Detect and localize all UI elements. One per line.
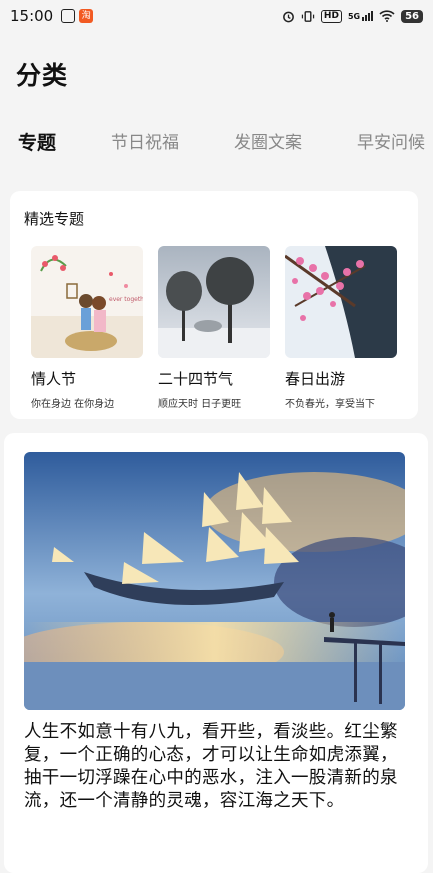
topic-item-solar-terms[interactable]: 二十四节气 顺应天时 日子更旺	[158, 246, 270, 410]
featured-heading: 精选专题	[24, 210, 85, 228]
quote-card[interactable]: 人生不如意十有八九，看开些，看淡些。红尘繁复，一个正确的心态，才可以让生命如虎添…	[4, 433, 428, 873]
topic-item-spring-outing[interactable]: 春日出游 不负春光，享受当下	[285, 246, 397, 410]
taobao-app-icon: 淘	[79, 9, 94, 23]
battery-indicator: 56	[401, 9, 423, 23]
alarm-icon	[283, 11, 294, 22]
topic-subtitle: 不负春光，享受当下	[285, 399, 375, 410]
svg-text:ever together: ever together	[109, 296, 143, 303]
solar-terms-thumbnail	[158, 246, 270, 358]
topic-subtitle: 顺应天时 日子更旺	[158, 399, 242, 410]
tab-topics[interactable]: 专题	[18, 130, 56, 158]
category-tabs: 专题 节日祝福 发圈文案 早安问候	[18, 130, 433, 158]
bike-share-icon	[61, 9, 76, 23]
signal-5g-icon: 5G	[348, 11, 374, 21]
status-time: 15:00	[10, 7, 54, 25]
tab-morning-greetings[interactable]: 早安问候	[357, 130, 425, 158]
hd-icon: HD	[320, 9, 342, 23]
spring-outing-thumbnail	[285, 246, 397, 358]
featured-topics-card: 精选专题 ever together 情人节 你在身边 在你身边	[10, 191, 418, 419]
tab-moments-copy[interactable]: 发圈文案	[234, 130, 302, 158]
wifi-icon	[379, 10, 395, 22]
page-title: 分类	[16, 61, 69, 90]
status-right: HD 5G 56	[282, 9, 423, 23]
vibrate-icon	[301, 10, 315, 22]
topic-name: 春日出游	[285, 370, 346, 388]
valentines-thumbnail: ever together	[31, 246, 143, 358]
quote-text: 人生不如意十有八九，看开些，看淡些。红尘繁复，一个正确的心态，才可以让生命如虎添…	[24, 722, 398, 811]
topic-name: 二十四节气	[158, 370, 234, 388]
topic-subtitle: 你在身边 在你身边	[31, 399, 115, 410]
topic-name: 情人节	[31, 370, 77, 388]
tab-festival-wishes[interactable]: 节日祝福	[111, 130, 179, 158]
topic-item-valentines[interactable]: ever together 情人节 你在身边 在你身边	[31, 246, 143, 410]
status-bar: 15:00 淘 HD 5G 56	[0, 0, 433, 32]
quote-image-sailing-ship	[24, 452, 405, 710]
